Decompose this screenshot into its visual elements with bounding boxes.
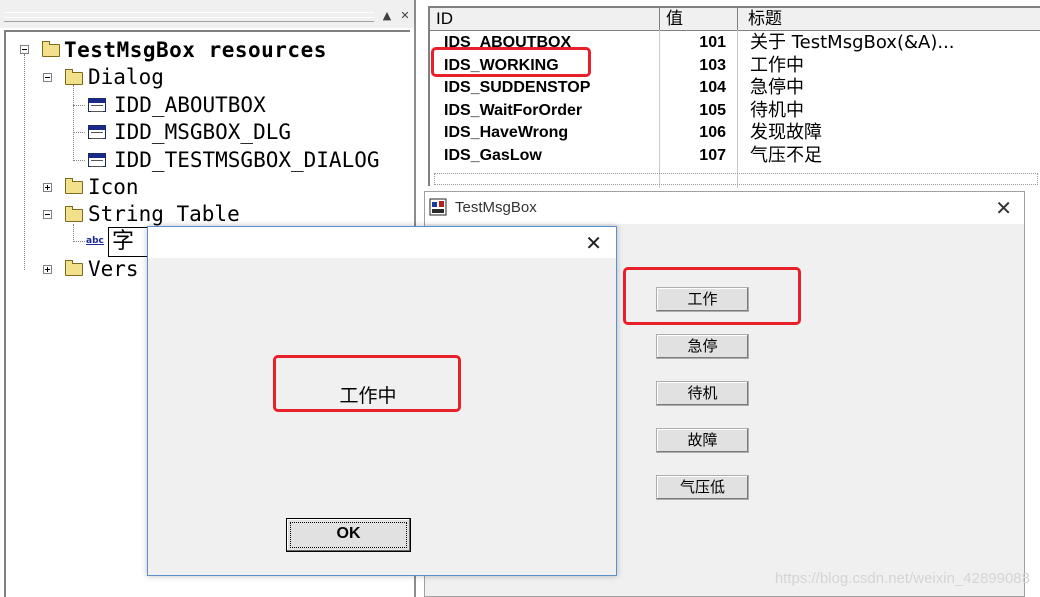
expand-icon[interactable] bbox=[43, 183, 52, 192]
pane-titlebar[interactable]: ▲ ✕ bbox=[0, 0, 414, 28]
tree-root-label[interactable]: TestMsgBox resources bbox=[64, 37, 327, 63]
row-id-cell: IDS_WaitForOrder bbox=[444, 101, 583, 119]
pane-close-icon[interactable]: ✕ bbox=[399, 10, 411, 22]
row-value-cell: 103 bbox=[699, 56, 726, 74]
column-header-id[interactable]: ID bbox=[430, 8, 660, 30]
table-row[interactable]: IDS_GasLow 107 气压不足 bbox=[430, 145, 1040, 167]
open-folder-icon bbox=[65, 206, 83, 222]
highlight-work-button bbox=[623, 267, 801, 325]
table-row[interactable]: IDS_SUDDENSTOP 104 急停中 bbox=[430, 77, 1040, 99]
tree-line bbox=[73, 132, 85, 133]
dialog-resource-icon bbox=[88, 125, 106, 139]
collapse-icon[interactable] bbox=[43, 73, 52, 82]
row-value-cell: 105 bbox=[699, 101, 726, 119]
dialog-resource-icon bbox=[88, 98, 106, 112]
tree-line bbox=[24, 54, 25, 270]
highlight-ids-working bbox=[431, 47, 591, 77]
row-caption-cell: 关于 TestMsgBox(&A)... bbox=[750, 32, 955, 53]
row-value-cell: 107 bbox=[699, 146, 726, 164]
dialog-resource-icon bbox=[88, 153, 106, 167]
tree-item-idd-msgbox-dlg[interactable]: IDD_MSGBOX_DLG bbox=[114, 119, 291, 145]
low-pressure-button[interactable]: 气压低 bbox=[656, 475, 749, 500]
open-folder-icon bbox=[42, 41, 60, 57]
string-table-header: ID 值 标题 bbox=[430, 8, 1040, 31]
row-caption-cell: 气压不足 bbox=[750, 144, 822, 166]
highlight-message-text bbox=[273, 355, 461, 412]
tree-line bbox=[73, 85, 74, 161]
collapse-icon[interactable] bbox=[20, 45, 29, 54]
row-value-cell: 101 bbox=[699, 34, 726, 51]
tree-item-idd-aboutbox[interactable]: IDD_ABOUTBOX bbox=[114, 92, 266, 118]
pane-maximize-icon[interactable]: ▲ bbox=[381, 10, 393, 22]
row-id-cell: IDS_SUDDENSTOP bbox=[444, 79, 591, 96]
row-id-cell: IDS_GasLow bbox=[444, 146, 542, 164]
column-header-value[interactable]: 值 bbox=[660, 8, 738, 30]
expand-icon[interactable] bbox=[43, 265, 52, 274]
tree-line bbox=[73, 224, 74, 242]
fault-button[interactable]: 故障 bbox=[656, 428, 749, 453]
pane-grip[interactable] bbox=[4, 17, 374, 22]
message-box-titlebar[interactable]: ✕ bbox=[148, 227, 616, 258]
string-table-editor[interactable]: ID 值 标题 IDS_ABOUTBOX 101 关于 TestMsgBox(&A)… bbox=[428, 6, 1040, 188]
string-table-icon: abc bbox=[86, 236, 104, 246]
folder-icon bbox=[65, 260, 83, 276]
tree-line bbox=[73, 105, 85, 106]
row-caption-cell: 发现故障 bbox=[750, 122, 822, 143]
tree-item-icon[interactable]: Icon bbox=[88, 174, 139, 200]
row-value-cell: 106 bbox=[699, 124, 726, 141]
column-header-caption[interactable]: 标题 bbox=[738, 8, 1040, 30]
collapse-icon[interactable] bbox=[43, 210, 52, 219]
table-row[interactable]: IDS_HaveWrong 106 发现故障 bbox=[430, 122, 1040, 144]
watermark: https://blog.csdn.net/weixin_42899088 bbox=[774, 570, 1030, 587]
close-icon[interactable]: ✕ bbox=[995, 196, 1012, 220]
row-caption-cell: 急停中 bbox=[750, 77, 804, 98]
tree-line bbox=[73, 160, 85, 161]
row-caption-cell: 待机中 bbox=[750, 99, 804, 121]
tree-item-idd-testmsgbox-dialog[interactable]: IDD_TESTMSGBOX_DIALOG bbox=[114, 147, 380, 173]
emergency-stop-button[interactable]: 急停 bbox=[656, 334, 749, 359]
mfc-app-icon bbox=[429, 198, 447, 216]
close-icon[interactable]: ✕ bbox=[585, 230, 602, 256]
table-row[interactable]: IDS_WaitForOrder 105 待机中 bbox=[430, 100, 1040, 122]
folder-icon bbox=[65, 178, 83, 194]
row-value-cell: 104 bbox=[699, 79, 726, 96]
dialog-title: TestMsgBox bbox=[455, 199, 537, 216]
horizontal-scrollbar[interactable] bbox=[434, 173, 1038, 185]
standby-button[interactable]: 待机 bbox=[656, 381, 749, 406]
row-id-cell: IDS_HaveWrong bbox=[444, 124, 569, 141]
open-folder-icon bbox=[65, 69, 83, 85]
ok-button[interactable]: OK bbox=[286, 518, 411, 552]
tree-item-dialog[interactable]: Dialog bbox=[88, 64, 164, 90]
dialog-titlebar[interactable]: TestMsgBox ✕ bbox=[425, 192, 1024, 224]
tree-item-string-table[interactable]: String Table bbox=[88, 201, 240, 227]
tree-line bbox=[73, 241, 85, 242]
tree-item-version[interactable]: Vers bbox=[88, 256, 139, 282]
row-caption-cell: 工作中 bbox=[750, 54, 804, 76]
